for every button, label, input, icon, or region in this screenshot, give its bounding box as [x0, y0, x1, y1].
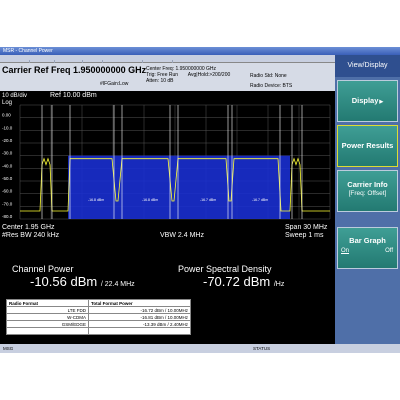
y-tick-label: -60.0: [2, 189, 13, 194]
y-tick-label: -40.0: [2, 163, 13, 168]
carrier-info-label: Carrier Info: [347, 180, 388, 189]
y-tick-label: -10.0: [2, 125, 13, 130]
bar-graph-label: Bar Graph: [349, 236, 386, 245]
status-label: STATUS: [253, 346, 271, 351]
power-cell: -13.39 dBm / 2.40MHz: [88, 320, 191, 328]
format-cell: LTE FDD: [6, 306, 89, 314]
carrier-ref-freq[interactable]: Carrier Ref Freq 1.950000000 GHz: [2, 65, 146, 75]
carrier-power-label: -16.7 dBm: [252, 198, 268, 202]
carrier-power-label: -16.8 dBm: [88, 198, 104, 202]
window-title: MSR - Channel Power: [0, 47, 400, 55]
atten-info: Atten: 10 dB: [146, 78, 174, 84]
center-freq-label: Center 1.95 GHz: [2, 224, 55, 231]
table-row: W-CDMA -16.81 dBm / 10.00MHz: [6, 313, 191, 321]
psd-value: -70.72 dBm /Hz: [203, 274, 284, 289]
spectrum-plot: 0.00 -10.0 -20.0 -30.0 -40.0 -50.0 -60.0 -70.0 -…: [2, 104, 331, 220]
channel-power-value: -10.56 dBm / 22.4 MHz: [30, 274, 135, 289]
display-softkey-label: Display: [351, 96, 379, 105]
menu-bar[interactable]: [0, 55, 335, 68]
instrument-window: MSR - Channel Power Carrier Ref Freq 1.9…: [0, 47, 400, 353]
format-cell: W-CDMA: [6, 313, 89, 321]
carrier-power-label: -16.8 dBm: [142, 198, 158, 202]
y-tick-label: 0.00: [2, 113, 11, 118]
format-cell: [6, 327, 89, 335]
avg-hold-info: Avg|Hold:>200/200: [187, 72, 231, 78]
submenu-arrow-icon: ▶: [379, 99, 384, 105]
psd-label: Power Spectral Density: [178, 264, 272, 274]
power-cell: -16.81 dBm / 10.00MHz: [88, 313, 191, 321]
y-tick-label: -30.0: [2, 151, 13, 156]
channel-power-bw: / 22.4 MHz: [100, 281, 135, 288]
carrier-info-sub: [Freq: Offset]: [348, 190, 387, 197]
softkey-panel: View/Display Display▶ Power Results Carr…: [335, 55, 400, 344]
sweep-label: Sweep 1 ms: [285, 232, 324, 239]
table-header-power: Total Format Power: [88, 299, 191, 307]
psd-unit: /Hz: [273, 281, 285, 288]
channel-power-label: Channel Power: [12, 264, 74, 274]
bar-graph-on[interactable]: On: [341, 248, 349, 254]
psd-number: -70.72 dBm: [203, 274, 271, 289]
channel-power-number: -10.56 dBm: [30, 274, 98, 289]
y-tick-label: -80.0: [2, 214, 13, 219]
carrier-power-label: -16.7 dBm: [200, 198, 216, 202]
meas-settings: Center Freq: 1.950000000 GHz Trig: Free …: [146, 66, 230, 84]
bar-graph-softkey[interactable]: Bar Graph On Off: [337, 227, 398, 269]
display-softkey[interactable]: Display▶: [337, 80, 398, 122]
res-bw-label: #Res BW 240 kHz: [2, 232, 60, 239]
carrier-info-softkey[interactable]: Carrier Info [Freq: Offset]: [337, 170, 398, 212]
softkey-menu-title: View/Display: [335, 55, 400, 77]
spectrum-graph: 10 dB/div Log Ref 10.00 dBm 0.00 -10.0 -20…: [0, 91, 335, 241]
radio-std: Radio Std: None: [250, 73, 287, 79]
integration-band: [68, 155, 290, 219]
measurement-header: Carrier Ref Freq 1.950000000 GHz #IFGain…: [0, 63, 335, 91]
radio-device: Radio Device: BTS: [250, 83, 293, 89]
table-row: [6, 327, 191, 335]
vbw-label: VBW 2.4 MHz: [160, 232, 204, 239]
power-cell: [88, 327, 191, 335]
bar-graph-off[interactable]: Off: [385, 248, 393, 254]
y-tick-label: -20.0: [2, 138, 13, 143]
power-results-label: Power Results: [341, 141, 394, 150]
if-gain: #IFGain:Low: [100, 81, 129, 87]
power-results-softkey[interactable]: Power Results: [337, 125, 398, 167]
y-tick-label: -50.0: [2, 176, 13, 181]
span-label: Span 30 MHz: [285, 224, 328, 231]
table-header-format: Radio Format: [6, 299, 89, 307]
y-tick-label: -70.0: [2, 201, 13, 206]
power-cell: -16.72 dBm / 10.00MHz: [88, 306, 191, 314]
results-panel: Channel Power -10.56 dBm / 22.4 MHz Powe…: [0, 260, 335, 344]
table-row: LTE FDD -16.72 dBm / 10.00MHz: [6, 306, 191, 314]
radio-format-table: Radio Format Total Format Power LTE FDD -…: [6, 299, 191, 335]
table-row: GSM/EDGE -13.39 dBm / 2.40MHz: [6, 320, 191, 328]
msg-label: MSG: [3, 346, 14, 351]
format-cell: GSM/EDGE: [6, 320, 89, 328]
status-bar: MSG STATUS: [0, 344, 400, 353]
radio-settings: Radio Std: None Radio Device: BTS: [250, 73, 292, 89]
